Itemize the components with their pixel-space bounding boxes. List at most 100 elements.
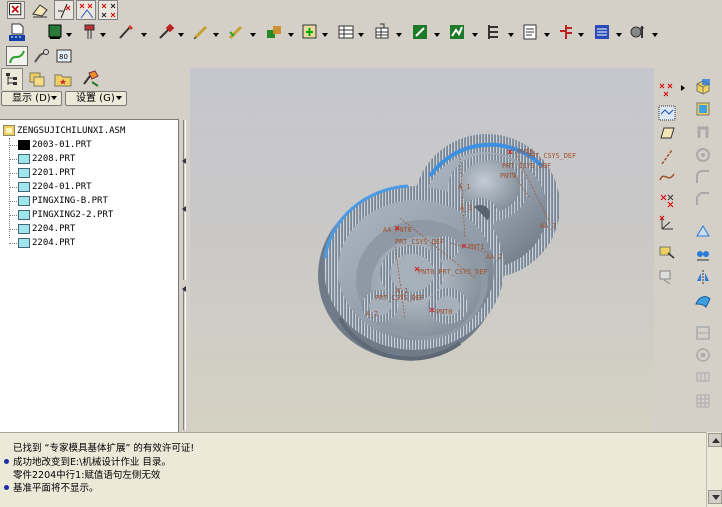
hierarchy-dropdown-arrow[interactable] [578, 24, 585, 44]
layer-tree-dropdown-arrow[interactable] [508, 24, 515, 44]
pattern-tool-icon[interactable] [694, 246, 712, 264]
datum-point-flyout-arrow[interactable] [681, 85, 685, 91]
offset-tool-icon[interactable] [694, 346, 712, 364]
hammer-tool-icon[interactable] [156, 22, 176, 42]
hierarchy-icon[interactable] [556, 22, 576, 42]
revolve-tool-icon[interactable] [694, 100, 712, 118]
tree-item-label: 2208.PRT [32, 154, 76, 164]
route-tool-icon[interactable] [31, 46, 51, 66]
sketched-curve-icon[interactable] [6, 46, 28, 66]
erase-icon[interactable] [30, 0, 50, 20]
navigator-sash[interactable] [180, 68, 190, 432]
annotate-dropdown-arrow[interactable] [250, 24, 257, 44]
display-menu-label: 显示 (D) [12, 93, 51, 104]
bill-of-materials-icon[interactable] [592, 22, 612, 42]
hammer-dropdown-arrow[interactable] [178, 24, 185, 44]
regenerate-icon[interactable] [45, 22, 65, 42]
merge-tool-icon[interactable] [694, 368, 712, 386]
tree-connector-line [9, 138, 10, 238]
relations-dropdown-arrow[interactable] [434, 24, 441, 44]
datum-label-axis: A_1 [458, 183, 470, 191]
mirror-tool-icon[interactable] [694, 268, 712, 286]
datum-graph-icon[interactable]: 80 [54, 46, 74, 66]
table-dropdown-arrow[interactable] [358, 24, 365, 44]
measure-dropdown-arrow[interactable] [100, 24, 107, 44]
round-tool-icon[interactable] [694, 168, 712, 186]
tree-item-label: 2201.PRT [32, 168, 76, 178]
datum-point-display-icon[interactable] [76, 0, 96, 20]
datum-csys-display-icon[interactable] [98, 0, 118, 20]
create-component-icon[interactable] [658, 268, 676, 286]
message-bullet-icon [4, 459, 9, 464]
datum-curve-tool-icon[interactable] [658, 168, 676, 186]
datum-label-point: PNT0 [436, 308, 452, 316]
trim-tool-icon[interactable] [694, 324, 712, 342]
tab-favorites[interactable] [52, 68, 74, 90]
datum-label-csys: PRT_CSYS_DEF [502, 162, 551, 170]
graphics-window[interactable]: PNT0 PRT_CSYS_DEF PRT_CSYS_DEF PNT0 A_1 … [190, 68, 654, 432]
thicken-tool-icon[interactable] [694, 392, 712, 410]
navigator-tabs [0, 68, 180, 90]
tab-model-tree[interactable] [1, 68, 23, 90]
measure-tool-icon[interactable] [80, 22, 100, 42]
datum-plane-tool-icon[interactable] [658, 124, 676, 142]
datum-label-csys: PRT_CSYS_DEF [375, 294, 424, 302]
csys-tool-icon[interactable] [658, 214, 676, 232]
mechanism-dropdown-arrow[interactable] [652, 24, 659, 44]
analysis-dropdown-arrow[interactable] [472, 24, 479, 44]
shell-tool-icon[interactable] [694, 292, 712, 310]
layer-tree-icon[interactable] [484, 22, 504, 42]
family-table-icon[interactable] [372, 22, 392, 42]
pencil-tool-icon[interactable] [191, 22, 211, 42]
collapse-left-icon[interactable] [182, 206, 186, 212]
component-insert-icon[interactable] [300, 22, 320, 42]
tab-folder-browser[interactable] [26, 68, 48, 90]
family-table-dropdown-arrow[interactable] [396, 24, 403, 44]
message-line: 基准平面将不显示。 [4, 483, 99, 495]
bom-dropdown-arrow[interactable] [616, 24, 623, 44]
scroll-down-button[interactable] [708, 490, 722, 504]
new-file-icon[interactable] [7, 22, 27, 42]
datum-point-create-icon[interactable] [658, 192, 676, 210]
sketch-dropdown-arrow[interactable] [141, 24, 148, 44]
scroll-up-button[interactable] [708, 433, 722, 447]
settings-menu-button[interactable]: 设置 (G) [65, 91, 127, 106]
insert-component-icon[interactable] [658, 244, 676, 262]
properties-dropdown-arrow[interactable] [544, 24, 551, 44]
datum-axis-tool-icon[interactable] [658, 148, 676, 166]
collapse-left-icon[interactable] [182, 286, 186, 292]
properties-icon[interactable] [520, 22, 540, 42]
table-tool-icon[interactable] [336, 22, 356, 42]
model-tree-root-label: ZENGSUJICHILUNXI.ASM [17, 126, 126, 136]
mechanism-icon[interactable] [628, 22, 648, 42]
part-icon [18, 238, 30, 248]
sketch-tool-icon[interactable] [116, 22, 136, 42]
annotate-tool-icon[interactable] [226, 22, 246, 42]
tab-connections[interactable] [80, 68, 102, 90]
assembly-dropdown-arrow[interactable] [288, 24, 295, 44]
datum-point-tool-icon[interactable] [658, 80, 676, 98]
collapse-left-icon[interactable] [182, 158, 186, 164]
hole-tool-icon[interactable] [694, 146, 712, 164]
datum-label-axis: A_3 [460, 204, 472, 212]
datum-axis-display-icon[interactable] [54, 0, 74, 20]
analysis-icon[interactable] [447, 22, 467, 42]
tree-item-label: PINGXING2-2.PRT [32, 210, 114, 220]
extrude-tool-icon[interactable] [694, 78, 712, 96]
pencil-dropdown-arrow[interactable] [213, 24, 220, 44]
chamfer-tool-icon[interactable] [694, 190, 712, 208]
assembly-constraint-icon[interactable] [264, 22, 284, 42]
component-dropdown-arrow[interactable] [322, 24, 329, 44]
top-toolbar-row-1 [0, 0, 722, 20]
message-scrollbar[interactable] [706, 432, 722, 507]
sweep-tool-icon[interactable] [694, 123, 712, 141]
feature-toolbar [654, 68, 722, 432]
relations-icon[interactable] [410, 22, 430, 42]
regenerate-dropdown-arrow[interactable] [66, 24, 73, 44]
close-window-icon[interactable] [7, 1, 25, 19]
display-menu-button[interactable]: 显示 (D) [1, 91, 62, 106]
tree-item-label: PINGXING-B.PRT [32, 196, 108, 206]
svg-text:80: 80 [59, 53, 68, 61]
draft-tool-icon[interactable] [694, 222, 712, 240]
datum-plane-display-icon[interactable] [658, 104, 676, 122]
